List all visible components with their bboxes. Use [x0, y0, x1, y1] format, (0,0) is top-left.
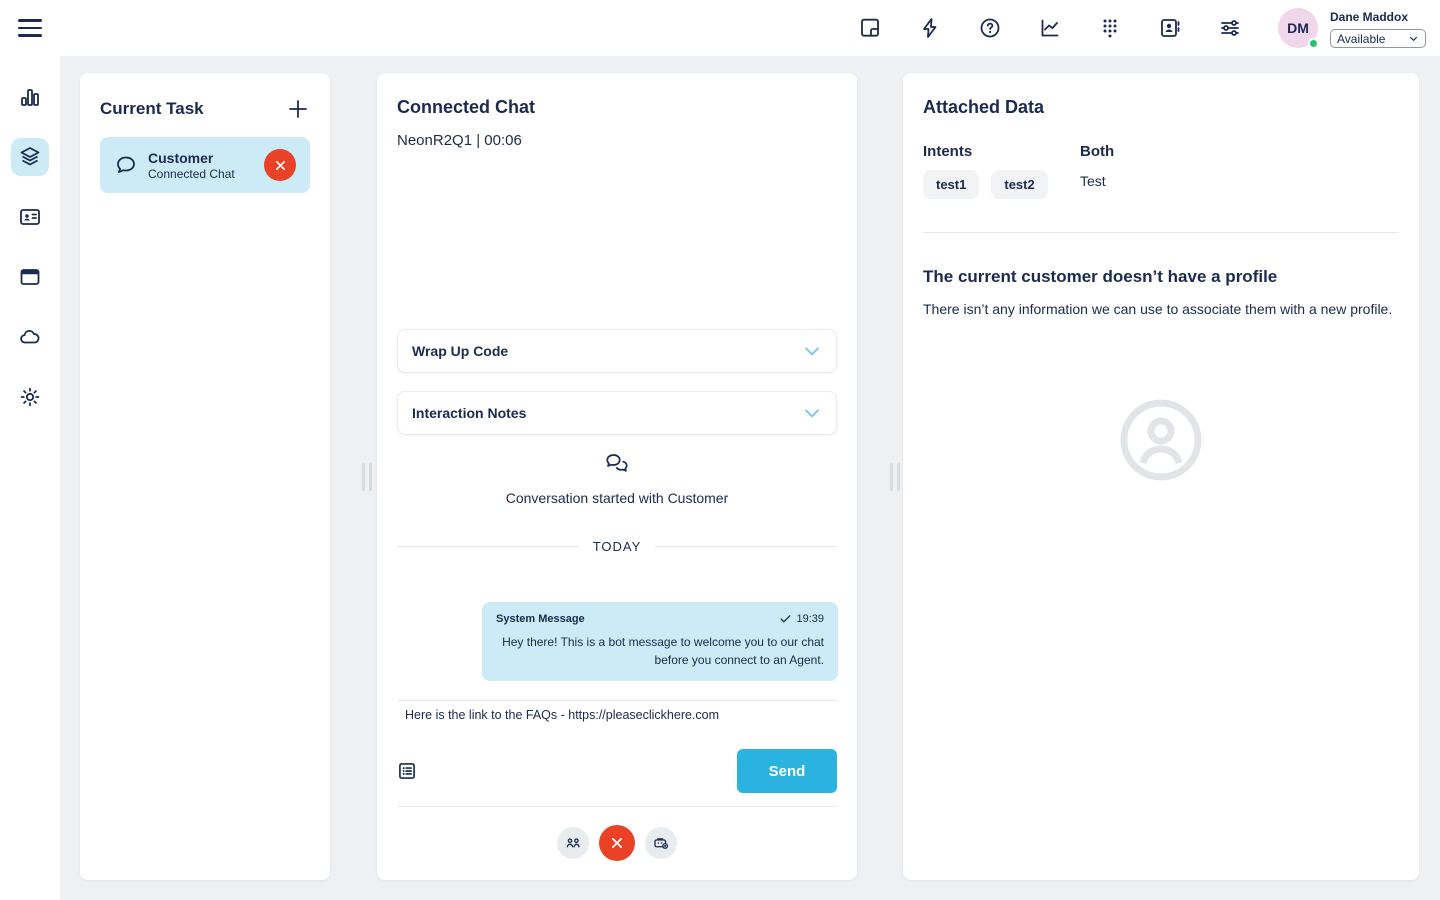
user-block: DM Dane Maddox Available	[1278, 8, 1426, 48]
contacts-icon[interactable]	[1158, 16, 1182, 40]
day-divider-label: TODAY	[579, 539, 656, 554]
both-label: Both	[1080, 143, 1114, 160]
sliders-icon[interactable]	[1218, 16, 1242, 40]
attached-data-panel: Attached Data Intents Both test1 test2 T…	[903, 73, 1419, 880]
both-value: Test	[1080, 173, 1106, 189]
avatar-initials: DM	[1287, 20, 1309, 36]
canned-responses-icon[interactable]	[397, 761, 417, 781]
intent-tag: test1	[923, 170, 979, 199]
message-sender: System Message	[496, 613, 585, 625]
gear-icon[interactable]	[11, 378, 49, 416]
chevron-down-icon	[802, 341, 822, 361]
status-select[interactable]: Available	[1330, 29, 1426, 48]
id-card-icon[interactable]	[11, 198, 49, 236]
day-divider: TODAY	[397, 539, 837, 554]
close-task-button[interactable]	[264, 149, 296, 181]
task-name: Customer	[148, 150, 264, 166]
add-task-button[interactable]	[286, 97, 310, 121]
cloud-icon[interactable]	[11, 318, 49, 356]
intents-tags: test1 test2	[923, 170, 1060, 199]
panel-resize-handle-right[interactable]	[890, 463, 900, 491]
system-message-bubble: System Message 19:39 Hey there! This is …	[482, 602, 838, 681]
current-task-panel: Current Task Customer Connected Chat	[80, 73, 330, 880]
no-profile-title: The current customer doesn’t have a prof…	[923, 267, 1277, 287]
conversation-started-text: Conversation started with Customer	[377, 490, 857, 506]
divider	[923, 232, 1399, 233]
bar-chart-icon[interactable]	[11, 78, 49, 116]
wrap-up-code-label: Wrap Up Code	[412, 343, 508, 359]
chat-title: Connected Chat	[397, 97, 535, 118]
chat-bubble-icon	[114, 153, 138, 177]
close-icon	[274, 159, 287, 172]
note-icon[interactable]	[858, 16, 882, 40]
call-controls	[377, 824, 857, 862]
avatar[interactable]: DM	[1278, 8, 1318, 48]
task-subtitle: Connected Chat	[148, 167, 264, 181]
divider	[397, 806, 837, 807]
workspace: Current Task Customer Connected Chat Con…	[60, 56, 1440, 900]
current-task-title: Current Task	[100, 99, 204, 119]
dialpad-icon[interactable]	[1098, 16, 1122, 40]
chevron-down-icon	[802, 403, 822, 423]
top-bar: DM Dane Maddox Available	[0, 0, 1440, 56]
panel-resize-handle-left[interactable]	[362, 463, 372, 491]
user-name: Dane Maddox	[1330, 10, 1426, 24]
conversation-bubbles-icon	[377, 452, 857, 478]
close-icon	[610, 836, 624, 850]
no-profile-text: There isn’t any information we can use t…	[923, 299, 1395, 320]
end-chat-button[interactable]	[599, 825, 635, 861]
chevron-down-icon	[1408, 33, 1419, 44]
attached-data-title: Attached Data	[923, 97, 1044, 118]
message-text: Hey there! This is a bot message to welc…	[496, 633, 824, 669]
send-button[interactable]: Send	[737, 749, 837, 793]
chat-message-input[interactable]: Here is the link to the FAQs - https://p…	[405, 708, 809, 750]
hamburger-menu-icon[interactable]	[18, 19, 42, 37]
transfer-people-icon[interactable]	[557, 827, 589, 859]
delivered-check-icon	[779, 612, 792, 625]
intents-label: Intents	[923, 143, 972, 160]
interaction-notes-accordion[interactable]: Interaction Notes	[397, 391, 837, 435]
interaction-notes-label: Interaction Notes	[412, 405, 526, 421]
divider	[397, 700, 837, 701]
bot-icon[interactable]	[645, 827, 677, 859]
left-rail	[0, 56, 60, 900]
interactions-layers-icon[interactable]	[11, 138, 49, 176]
plus-icon	[286, 97, 310, 121]
status-value: Available	[1337, 32, 1385, 46]
message-time: 19:39	[796, 613, 824, 625]
browser-icon[interactable]	[11, 258, 49, 296]
help-icon[interactable]	[978, 16, 1002, 40]
profile-placeholder-icon	[1119, 398, 1203, 482]
task-card-customer[interactable]: Customer Connected Chat	[100, 137, 310, 193]
chat-session-timer: NeonR2Q1 | 00:06	[397, 132, 522, 149]
analytics-icon[interactable]	[1038, 16, 1062, 40]
intent-tag: test2	[991, 170, 1047, 199]
presence-dot	[1308, 38, 1319, 49]
wrap-up-code-accordion[interactable]: Wrap Up Code	[397, 329, 837, 373]
lightning-icon[interactable]	[918, 16, 942, 40]
connected-chat-panel: Connected Chat NeonR2Q1 | 00:06 Wrap Up …	[377, 73, 857, 880]
